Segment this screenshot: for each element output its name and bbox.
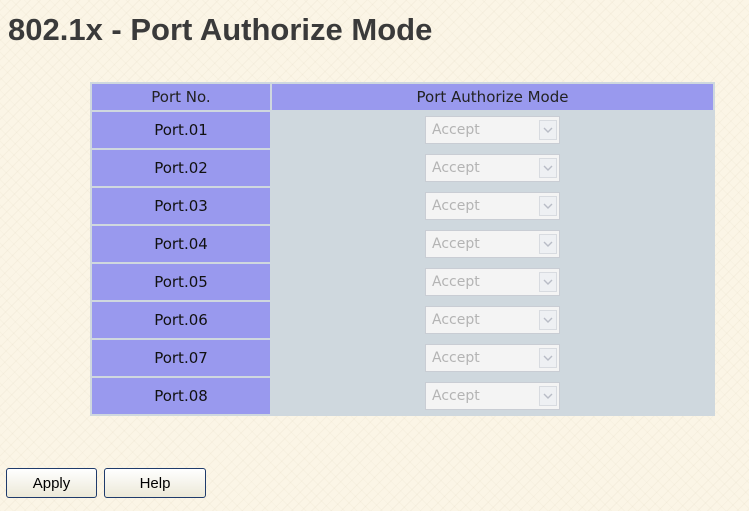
mode-cell: Accept [272, 378, 713, 414]
apply-button[interactable]: Apply [6, 468, 97, 498]
authorize-mode-select[interactable]: Accept [425, 268, 560, 296]
authorize-mode-select[interactable]: Accept [425, 154, 560, 182]
authorize-mode-select[interactable]: Accept [425, 306, 560, 334]
select-value: Accept [432, 122, 480, 138]
mode-cell: Accept [272, 112, 713, 148]
authorize-mode-select[interactable]: Accept [425, 192, 560, 220]
mode-cell: Accept [272, 226, 713, 262]
chevron-down-icon[interactable] [539, 272, 557, 292]
table-row: Port.06 Accept [92, 302, 713, 338]
table-row: Port.05 Accept [92, 264, 713, 300]
mode-cell: Accept [272, 188, 713, 224]
authorize-mode-select[interactable]: Accept [425, 116, 560, 144]
table-row: Port.01 Accept [92, 112, 713, 148]
select-value: Accept [432, 312, 480, 328]
table-row: Port.03 Accept [92, 188, 713, 224]
port-no-cell: Port.08 [92, 378, 270, 414]
port-no-cell: Port.03 [92, 188, 270, 224]
port-no-cell: Port.01 [92, 112, 270, 148]
port-authorize-table: Port No. Port Authorize Mode Port.01 Acc… [90, 82, 715, 416]
authorize-mode-select[interactable]: Accept [425, 230, 560, 258]
mode-cell: Accept [272, 340, 713, 376]
table-header-row: Port No. Port Authorize Mode [92, 84, 713, 110]
chevron-down-icon[interactable] [539, 158, 557, 178]
header-port-no: Port No. [92, 84, 270, 110]
authorize-mode-select[interactable]: Accept [425, 382, 560, 410]
help-button[interactable]: Help [104, 468, 206, 498]
mode-cell: Accept [272, 264, 713, 300]
select-value: Accept [432, 274, 480, 290]
chevron-down-icon[interactable] [539, 348, 557, 368]
table-row: Port.04 Accept [92, 226, 713, 262]
select-value: Accept [432, 160, 480, 176]
header-port-authorize-mode: Port Authorize Mode [272, 84, 713, 110]
chevron-down-icon[interactable] [539, 310, 557, 330]
authorize-mode-select[interactable]: Accept [425, 344, 560, 372]
chevron-down-icon[interactable] [539, 196, 557, 216]
select-value: Accept [432, 236, 480, 252]
select-value: Accept [432, 388, 480, 404]
port-no-cell: Port.02 [92, 150, 270, 186]
port-no-cell: Port.04 [92, 226, 270, 262]
chevron-down-icon[interactable] [539, 234, 557, 254]
page-title: 802.1x - Port Authorize Mode [8, 12, 433, 47]
port-no-cell: Port.07 [92, 340, 270, 376]
select-value: Accept [432, 350, 480, 366]
chevron-down-icon[interactable] [539, 120, 557, 140]
port-no-cell: Port.05 [92, 264, 270, 300]
chevron-down-icon[interactable] [539, 386, 557, 406]
port-no-cell: Port.06 [92, 302, 270, 338]
select-value: Accept [432, 198, 480, 214]
mode-cell: Accept [272, 302, 713, 338]
table-row: Port.08 Accept [92, 378, 713, 414]
mode-cell: Accept [272, 150, 713, 186]
table-row: Port.07 Accept [92, 340, 713, 376]
table-row: Port.02 Accept [92, 150, 713, 186]
